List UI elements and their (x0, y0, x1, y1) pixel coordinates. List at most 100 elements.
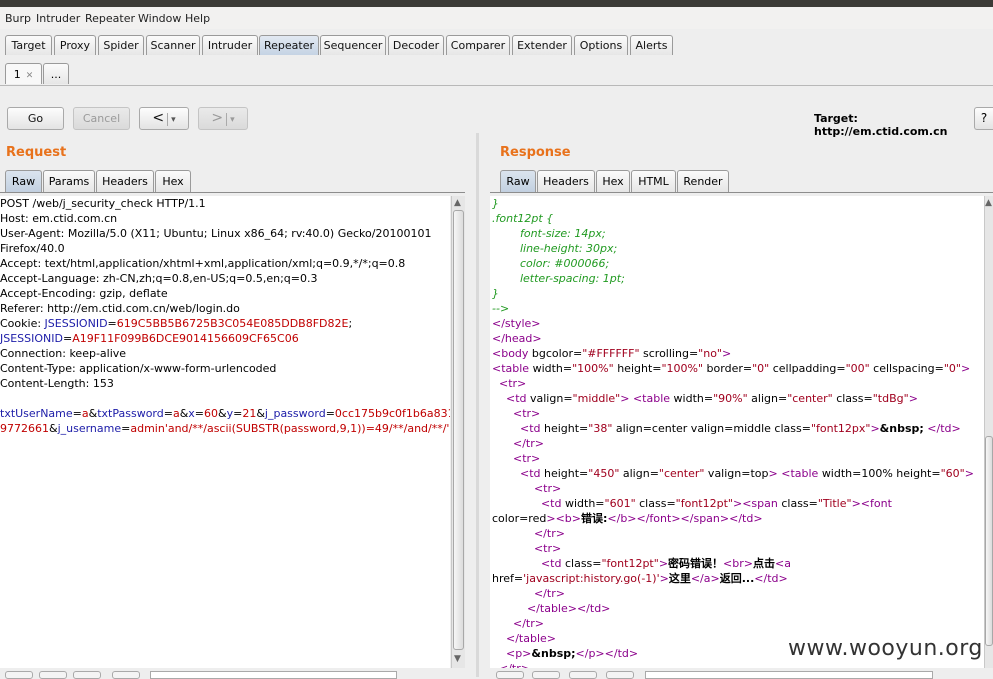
code-token: = (163, 407, 173, 420)
request-tab-raw[interactable]: Raw (5, 170, 42, 192)
code-token: "font12pt" (675, 497, 733, 510)
request-prev-match-button[interactable] (5, 671, 33, 679)
tab-alerts[interactable]: Alerts (630, 35, 673, 55)
repeater-tab-label: 1 (13, 68, 21, 81)
chevron-down-icon: ▾ (230, 115, 235, 125)
request-editor[interactable]: POST /web/j_security_check HTTP/1.1 Host:… (0, 196, 450, 668)
split-pane-divider[interactable] (476, 133, 479, 677)
request-title: Request (6, 145, 67, 160)
code-token: width (564, 497, 596, 510)
tab-decoder[interactable]: Decoder (388, 35, 444, 55)
tab-repeater[interactable]: Repeater (259, 35, 319, 55)
code-token: Cookie: (0, 317, 45, 330)
response-add-button[interactable] (532, 671, 560, 679)
code-token: & (88, 407, 98, 420)
forward-button[interactable]: > ▾ (198, 107, 248, 130)
response-prev-match-button[interactable] (496, 671, 524, 679)
tab-spider[interactable]: Spider (98, 35, 144, 55)
request-next-match-button[interactable] (73, 671, 101, 679)
code-line: Content-Type: application/x-www-form-url… (0, 361, 276, 376)
code-token: </tr> (492, 437, 544, 450)
response-editor[interactable]: } .font12pt { font-size: 14px; line-heigh… (490, 196, 984, 668)
tab-scanner[interactable]: Scanner (146, 35, 200, 55)
response-next-match-button[interactable] (569, 671, 597, 679)
code-token: > (870, 422, 880, 435)
repeater-tab-1[interactable]: 1 ✕ (5, 63, 42, 84)
code-token: = (595, 497, 605, 510)
response-tab-headers[interactable]: Headers (537, 170, 595, 192)
code-token: = (649, 467, 659, 480)
code-line: </tr> (492, 526, 565, 541)
help-button[interactable]: ? (974, 107, 993, 130)
code-line: Content-Length: 153 (0, 376, 114, 391)
scroll-up-icon[interactable]: ▲ (985, 198, 992, 208)
response-options-button[interactable] (606, 671, 634, 679)
menu-window[interactable]: Window (138, 12, 181, 25)
code-token: = (513, 572, 524, 585)
code-token: = (836, 362, 846, 375)
code-token: = (563, 392, 573, 405)
code-token: = (742, 362, 753, 375)
tab-extender[interactable]: Extender (512, 35, 572, 55)
code-line: </style> (492, 316, 541, 331)
menu-intruder[interactable]: Intruder (36, 12, 80, 25)
tab-proxy[interactable]: Proxy (54, 35, 96, 55)
scrollbar-thumb[interactable] (985, 436, 993, 646)
request-scrollbar[interactable]: ▲ ▼ (451, 196, 465, 668)
close-icon[interactable]: ✕ (26, 71, 34, 81)
code-token: <tr> (492, 377, 527, 390)
response-tab-hex[interactable]: Hex (596, 170, 630, 192)
code-line: <body bgcolor="#FFFFFF" scrolling="no"> (492, 346, 731, 361)
go-button[interactable]: Go (7, 107, 64, 130)
code-token: <td (492, 392, 530, 405)
tab-target[interactable]: Target (5, 35, 52, 55)
tab-comparer[interactable]: Comparer (446, 35, 510, 55)
target-label[interactable]: Target: http://em.ctid.com.cn (814, 112, 993, 138)
code-token: </tr> (492, 527, 565, 540)
code-token: class (635, 497, 667, 510)
request-options-button[interactable] (112, 671, 140, 679)
menu-help[interactable]: Help (185, 12, 210, 25)
code-token: class (770, 422, 802, 435)
new-tab-button[interactable]: ... (43, 63, 69, 84)
tab-options[interactable]: Options (574, 35, 628, 55)
code-line: </tr> (492, 586, 565, 601)
code-token: = (579, 467, 589, 480)
code-token: = (121, 422, 131, 435)
menu-repeater[interactable]: Repeater (85, 12, 135, 25)
back-button[interactable]: < ▾ (139, 107, 189, 130)
code-token: </tr> (492, 617, 544, 630)
code-token: JSESSIONID (0, 332, 63, 345)
code-token: = (72, 407, 82, 420)
code-token: a (172, 407, 180, 420)
cancel-button[interactable]: Cancel (73, 107, 130, 130)
scroll-up-icon[interactable]: ▲ (454, 198, 461, 208)
code-token: > (964, 467, 974, 480)
code-line: </tr> (492, 616, 544, 631)
code-token: </td> (923, 422, 961, 435)
request-add-button[interactable] (39, 671, 67, 679)
request-tab-params[interactable]: Params (43, 170, 95, 192)
request-tab-headers[interactable]: Headers (96, 170, 154, 192)
response-search-input[interactable] (645, 671, 933, 679)
tab-intruder[interactable]: Intruder (202, 35, 258, 55)
response-scrollbar[interactable]: ▲ (984, 196, 993, 668)
code-token: = (107, 317, 117, 330)
code-token: "0" (752, 362, 770, 375)
menu-burp[interactable]: Burp (5, 12, 31, 25)
code-line: color=red><b>错误:</b></font></span></td> (492, 511, 763, 526)
code-token: = (863, 392, 873, 405)
request-tab-hex[interactable]: Hex (155, 170, 191, 192)
code-line: </tr> (492, 436, 544, 451)
response-tab-render[interactable]: Render (677, 170, 729, 192)
response-tab-html[interactable]: HTML (631, 170, 676, 192)
code-token: = (801, 422, 811, 435)
response-tab-raw[interactable]: Raw (500, 170, 536, 192)
menu-bar: Burp Intruder Repeater Window Help (0, 7, 993, 29)
scrollbar-thumb[interactable] (453, 210, 464, 650)
watermark: www.wooyun.org (788, 636, 983, 661)
code-token: "center" (787, 392, 833, 405)
tab-sequencer[interactable]: Sequencer (320, 35, 386, 55)
scroll-down-icon[interactable]: ▼ (454, 654, 461, 664)
request-search-input[interactable] (150, 671, 397, 679)
